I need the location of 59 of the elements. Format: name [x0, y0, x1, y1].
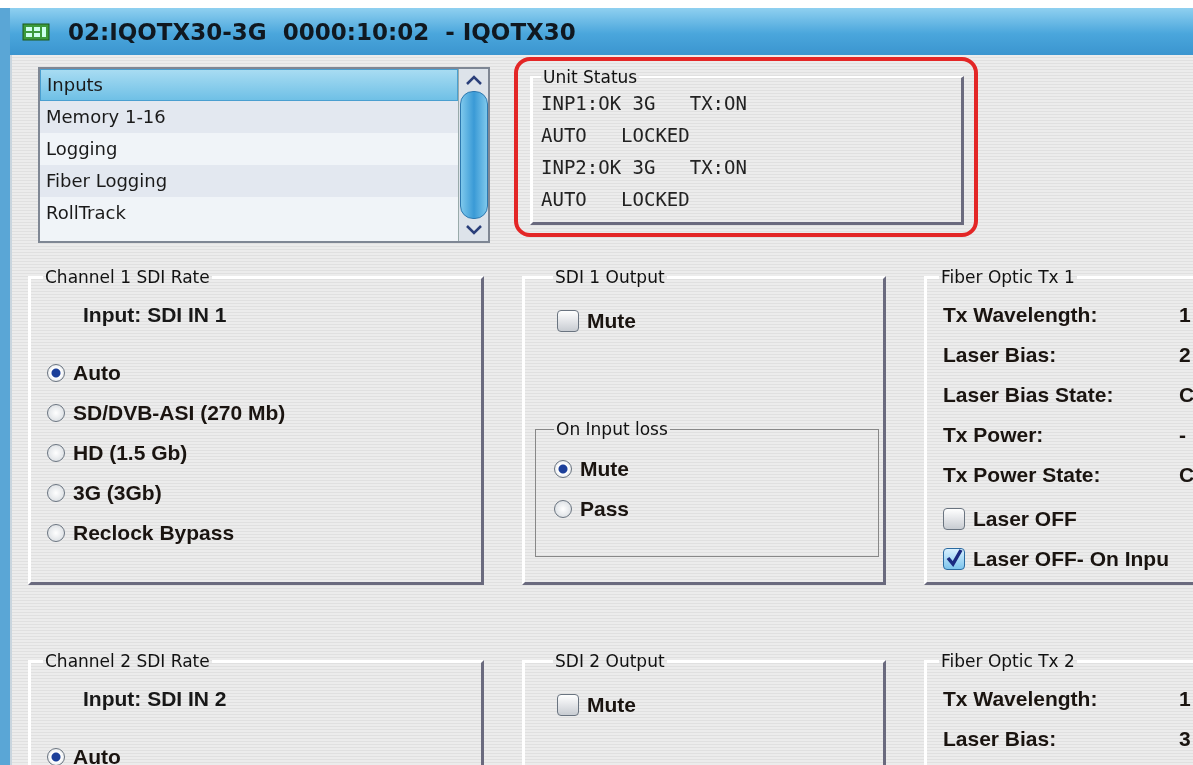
option-label: SD/DVB-ASI (270 Mb)	[73, 401, 286, 425]
checkbox[interactable]	[943, 548, 965, 570]
panel-title: Channel 2 SDI Rate	[44, 651, 211, 671]
status-line: AUTO LOCKED	[541, 123, 691, 148]
field-value: C	[1179, 462, 1193, 488]
field-label: Tx Power:	[943, 422, 1045, 448]
input-label: Input: SDI IN 2	[83, 687, 228, 711]
field-value: -	[1179, 422, 1187, 448]
checkbox[interactable]	[557, 310, 579, 332]
radio-button[interactable]	[47, 524, 65, 542]
panel-title: SDI 1 Output	[554, 267, 666, 287]
radio-button[interactable]	[47, 444, 65, 462]
scrollbar[interactable]	[458, 69, 488, 241]
panel-title: SDI 2 Output	[554, 651, 666, 671]
scroll-thumb[interactable]	[459, 91, 488, 219]
status-line: AUTO LOCKED	[541, 187, 691, 212]
circuit-board-icon	[22, 22, 50, 41]
option-label: Pass	[580, 497, 630, 521]
checkbox[interactable]	[943, 508, 965, 530]
field-value: C	[1179, 382, 1193, 408]
radio-button[interactable]	[554, 500, 572, 518]
list-item[interactable]: Fiber Logging	[40, 165, 458, 197]
radio-button[interactable]	[47, 748, 65, 765]
checkbox-label: Mute	[587, 309, 636, 333]
status-line: INP1:OK 3G TX:ON	[541, 91, 748, 116]
option-label: 3G (3Gb)	[73, 481, 162, 505]
status-line: INP2:OK 3G TX:ON	[541, 155, 748, 180]
field-value: 3	[1179, 726, 1192, 752]
checkbox-label: Laser OFF	[973, 507, 1077, 531]
field-label: Laser Bias:	[943, 342, 1058, 368]
list-item[interactable]: Memory 1-16	[40, 101, 458, 133]
panel-title: Fiber Optic Tx 1	[940, 267, 1076, 287]
input-label: Input: SDI IN 1	[83, 303, 228, 327]
panel-title: On Input loss	[555, 419, 669, 439]
option-label: Auto	[73, 745, 121, 765]
checkbox-label: Mute	[587, 693, 636, 717]
option-label: Mute	[580, 457, 629, 481]
field-value: 1	[1179, 686, 1192, 712]
radio-button[interactable]	[554, 460, 572, 478]
field-label: Tx Power State:	[943, 462, 1102, 488]
field-value: 1	[1179, 302, 1192, 328]
field-value: 2	[1179, 342, 1192, 368]
option-label: HD (1.5 Gb)	[73, 441, 188, 465]
panel-title: Channel 1 SDI Rate	[44, 267, 211, 287]
list-item[interactable]: Inputs	[40, 69, 458, 101]
radio-button[interactable]	[47, 484, 65, 502]
window-title: 02:IQOTX30-3G 0000:10:02 - IQOTX30	[68, 18, 576, 45]
panel-title: Fiber Optic Tx 2	[940, 651, 1076, 671]
checkbox-label: Laser OFF- On Inpu	[973, 547, 1169, 571]
field-label: Laser Bias State:	[943, 382, 1115, 408]
checkbox[interactable]	[557, 694, 579, 716]
field-label: Tx Wavelength:	[943, 302, 1099, 328]
option-label: Auto	[73, 361, 121, 385]
option-label: Reclock Bypass	[73, 521, 235, 545]
radio-button[interactable]	[47, 364, 65, 382]
field-label: Tx Wavelength:	[943, 686, 1099, 712]
panel-title: Unit Status	[542, 67, 639, 87]
radio-button[interactable]	[47, 404, 65, 422]
field-label: Laser Bias:	[943, 726, 1058, 752]
